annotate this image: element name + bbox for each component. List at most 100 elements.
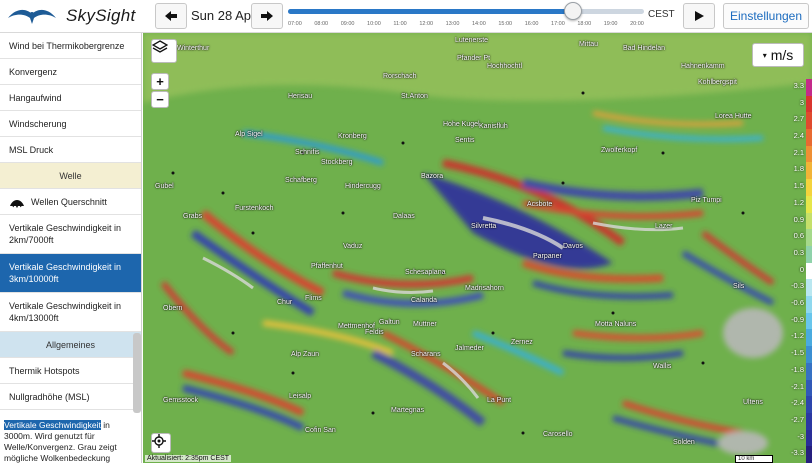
place-label: Davos — [563, 243, 583, 250]
place-label: Hindercugg — [345, 183, 381, 190]
layers-button[interactable] — [151, 39, 177, 63]
place-label: Muttner — [413, 321, 437, 328]
place-label: Schafberg — [285, 177, 317, 184]
sidebar-scrollbar[interactable] — [133, 333, 141, 413]
place-label: Gubel — [155, 183, 174, 190]
layer-item-wave-crosssection[interactable]: Wellen Querschnitt — [0, 189, 141, 215]
time-tick-label: 16:00 — [524, 21, 539, 27]
legend-swatch — [806, 129, 812, 147]
legend-value: -0.6 — [791, 298, 804, 308]
place-label: Pfander Pt — [457, 55, 491, 62]
legend-value: -1.2 — [791, 331, 804, 341]
unit-selector[interactable]: ▾ m/s — [752, 43, 804, 67]
place-label: Bad Hindelan — [623, 45, 666, 52]
scale-bar: 10 km — [735, 455, 773, 463]
place-label: Schnifis — [295, 149, 320, 156]
layer-item-ridge-lift[interactable]: Hangaufwind — [0, 85, 141, 111]
time-slider-ticks: 07:00 08:00 09:00 10:00 11:00 12:00 13:00 14:00… — [286, 21, 646, 29]
locate-button[interactable] — [151, 433, 171, 453]
legend-swatch — [806, 229, 812, 247]
place-label: Madrisahorn — [465, 285, 504, 292]
zoom-in-button[interactable]: + — [151, 73, 169, 90]
layer-item-wind-thermal-top[interactable]: Wind bei Thermikobergrenze — [0, 33, 141, 59]
arrow-left-icon — [165, 11, 177, 21]
time-tick-label: 09:00 — [340, 21, 355, 27]
place-label: Hahnenkamm — [681, 63, 725, 70]
place-label: Jalmeder — [455, 345, 484, 352]
place-label: Galtun — [379, 319, 400, 326]
place-label: Piz Tumpi — [691, 197, 722, 204]
place-label: Sils — [733, 283, 745, 290]
layer-item-freezing-level[interactable]: Nullgradhöhe (MSL) — [0, 384, 141, 410]
legend-value: -2.1 — [791, 381, 804, 391]
place-label: Schesaplana — [405, 269, 446, 276]
current-date: Sun 28 Apr — [191, 8, 256, 23]
previous-day-button[interactable] — [155, 3, 187, 29]
time-slider-thumb[interactable] — [563, 2, 582, 20]
play-icon — [695, 11, 704, 21]
layer-item-thermal-hotspots[interactable]: Thermik Hotspots — [0, 358, 141, 384]
place-label: Acsbote — [527, 201, 553, 208]
place-label: Gemsstock — [163, 397, 199, 404]
time-slider[interactable]: 07:00 08:00 09:00 10:00 11:00 12:00 13:00 14:00… — [286, 1, 646, 31]
play-button[interactable] — [683, 3, 715, 29]
place-label: Lutenerste — [455, 37, 489, 44]
place-label: Alp Zaun — [291, 351, 320, 358]
legend-swatch — [806, 245, 812, 264]
legend-swatch — [806, 195, 812, 214]
layer-item-vertical-speed-3km[interactable]: Vertikale Geschwindigkeit in 3km/10000ft — [0, 254, 141, 293]
time-tick-label: 20:00 — [630, 21, 644, 27]
legend-swatch — [806, 396, 812, 414]
layer-item-msl-pressure[interactable]: MSL Druck — [0, 137, 141, 163]
place-label: Feldis — [365, 329, 384, 336]
top-toolbar: SkySight Sun 28 Apr 07:00 08:00 09:00 10:00… — [0, 0, 812, 33]
zoom-out-button[interactable]: − — [151, 91, 169, 108]
place-label: Motta Naluns — [595, 321, 637, 328]
place-label: Lazer — [655, 223, 673, 230]
time-slider-fill — [288, 9, 573, 14]
layer-sidebar: Wind bei Thermikobergrenze Konvergenz Ha… — [0, 33, 142, 463]
legend-value: 1.8 — [793, 164, 804, 174]
time-tick-label: 11:00 — [393, 21, 407, 27]
layer-item-convergence[interactable]: Konvergenz — [0, 59, 141, 85]
place-label: Ultens — [743, 399, 763, 406]
layer-item-vertical-speed-2km[interactable]: Vertikale Geschwindigkeit in 2km/7000ft — [0, 215, 141, 254]
legend-swatch — [806, 262, 812, 280]
place-label: Obern — [163, 305, 183, 312]
legend-value: -2.7 — [791, 414, 804, 424]
legend-swatch — [806, 296, 812, 314]
place-label: Bazora — [421, 173, 444, 180]
section-header-allgemeines: Allgemeines — [0, 332, 141, 358]
layer-item-wind-shear[interactable]: Windscherung — [0, 111, 141, 137]
legend-swatch — [806, 429, 812, 447]
time-tick-label: 14:00 — [472, 21, 486, 27]
settings-button[interactable]: Einstellungen — [723, 3, 809, 29]
legend-value: -1.8 — [791, 364, 804, 374]
forecast-map[interactable]: Winterthur Lutenerste Mittau Pfander Pt Bad … — [143, 33, 812, 463]
legend-swatch — [806, 145, 812, 163]
place-label: Rorschach — [383, 73, 417, 80]
legend-swatch — [806, 95, 812, 113]
place-label: Solden — [673, 439, 695, 446]
time-tick-label: 07:00 — [288, 21, 302, 27]
place-label: Kanisfluh — [479, 123, 508, 130]
crosshair-icon — [152, 434, 166, 448]
section-header-welle: Welle — [0, 163, 141, 189]
legend-value: 1.5 — [793, 181, 804, 191]
legend-swatch — [806, 346, 812, 364]
place-label: Parpaner — [533, 253, 562, 260]
next-day-button[interactable] — [251, 3, 283, 29]
legend-value: 0 — [799, 264, 804, 274]
legend-value: 3 — [799, 97, 804, 107]
layer-item-vertical-speed-4km[interactable]: Vertikale Geschwindigkeit in 4km/13000ft — [0, 293, 141, 332]
arrow-right-icon — [261, 11, 273, 21]
legend-value: -3 — [797, 431, 804, 441]
legend-value: 2.7 — [793, 114, 804, 124]
place-label: Flims — [305, 295, 322, 302]
time-tick-label: 15:00 — [498, 21, 513, 27]
place-label: Winterthur — [177, 45, 210, 52]
vertical-speed-overlay — [143, 33, 812, 463]
place-label: Dalaas — [393, 213, 415, 220]
legend-value: -0.9 — [791, 314, 804, 324]
legend-swatch — [806, 446, 812, 463]
